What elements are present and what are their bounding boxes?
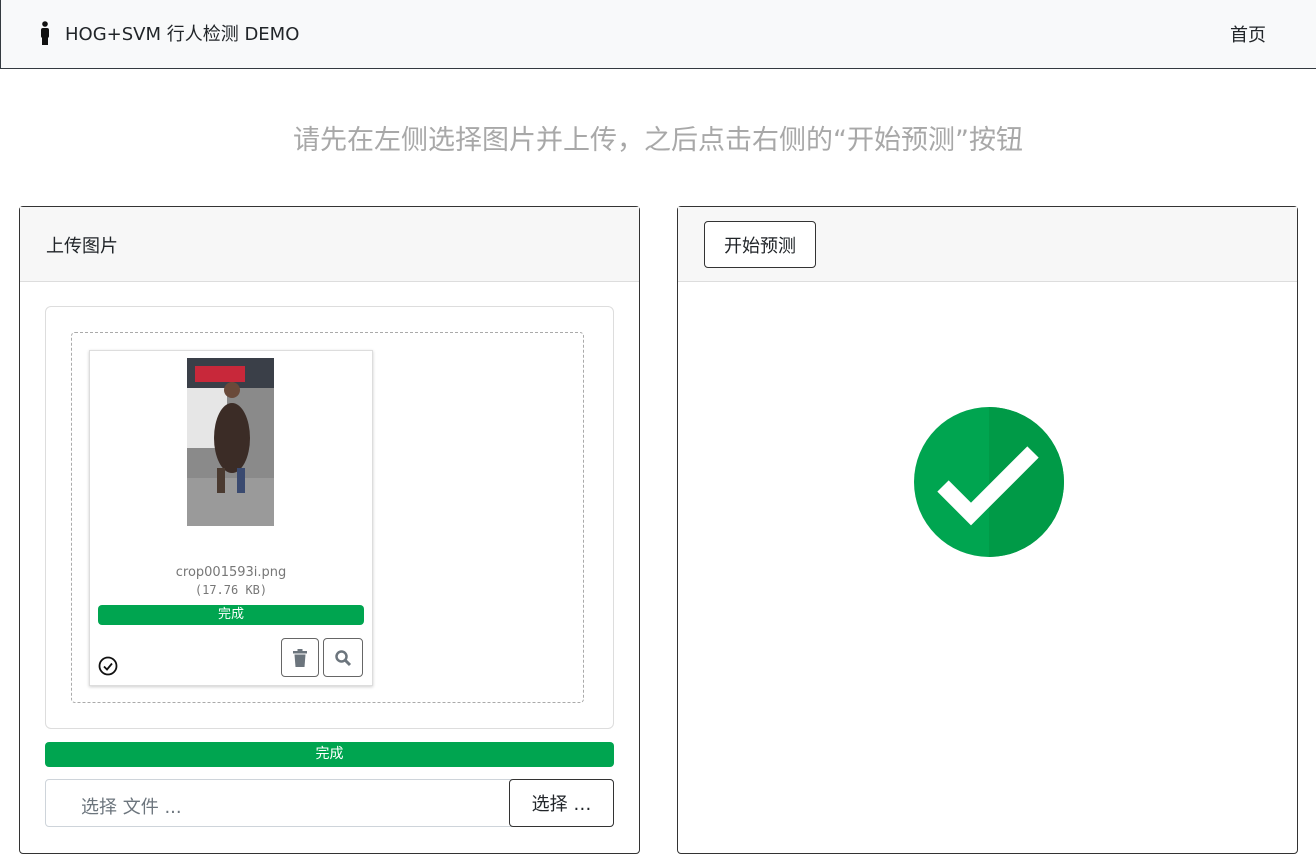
file-input-placeholder: 选择 文件 ... bbox=[81, 797, 182, 818]
browse-button[interactable]: 选择 … bbox=[509, 779, 614, 827]
trash-icon bbox=[293, 648, 307, 667]
upload-card: 上传图片 crop001593i.png (17.76 KB) 完成 完成 选择… bbox=[19, 206, 640, 854]
preview-area: crop001593i.png (17.76 KB) 完成 bbox=[71, 332, 584, 703]
zoom-file-button[interactable] bbox=[323, 638, 363, 677]
file-preview-frame: crop001593i.png (17.76 KB) 完成 bbox=[89, 350, 373, 686]
person-icon bbox=[41, 21, 49, 45]
success-check-icon bbox=[914, 407, 1064, 557]
upload-card-header: 上传图片 bbox=[20, 207, 639, 282]
brand[interactable]: HOG+SVM 行人检测 DEMO bbox=[39, 20, 299, 46]
file-name: crop001593i.png bbox=[175, 565, 287, 580]
navbar: HOG+SVM 行人检测 DEMO 首页 bbox=[0, 0, 1316, 69]
instruction-text: 请先在左侧选择图片并上传，之后点击右侧的“开始预测”按钮 bbox=[293, 125, 1023, 156]
delete-file-button[interactable] bbox=[281, 638, 319, 677]
search-icon bbox=[335, 649, 352, 666]
file-input[interactable]: 选择 文件 ... 选择 … bbox=[45, 779, 614, 827]
brand-title: HOG+SVM 行人检测 DEMO bbox=[65, 24, 300, 45]
nav-home-link[interactable]: 首页 bbox=[1230, 21, 1266, 47]
thumbnail-image[interactable] bbox=[187, 358, 274, 526]
file-drop-zone[interactable]: crop001593i.png (17.76 KB) 完成 bbox=[45, 306, 614, 729]
upload-card-title: 上传图片 bbox=[46, 236, 118, 257]
start-predict-button[interactable]: 开始预测 bbox=[704, 221, 816, 268]
file-size: (17.76 KB) bbox=[194, 583, 268, 597]
predict-card: 开始预测 bbox=[677, 206, 1298, 854]
file-progress-bar: 完成 bbox=[98, 605, 364, 625]
check-circle-icon bbox=[98, 656, 118, 676]
overall-progress-bar: 完成 bbox=[45, 742, 614, 767]
predict-card-header: 开始预测 bbox=[678, 207, 1297, 282]
